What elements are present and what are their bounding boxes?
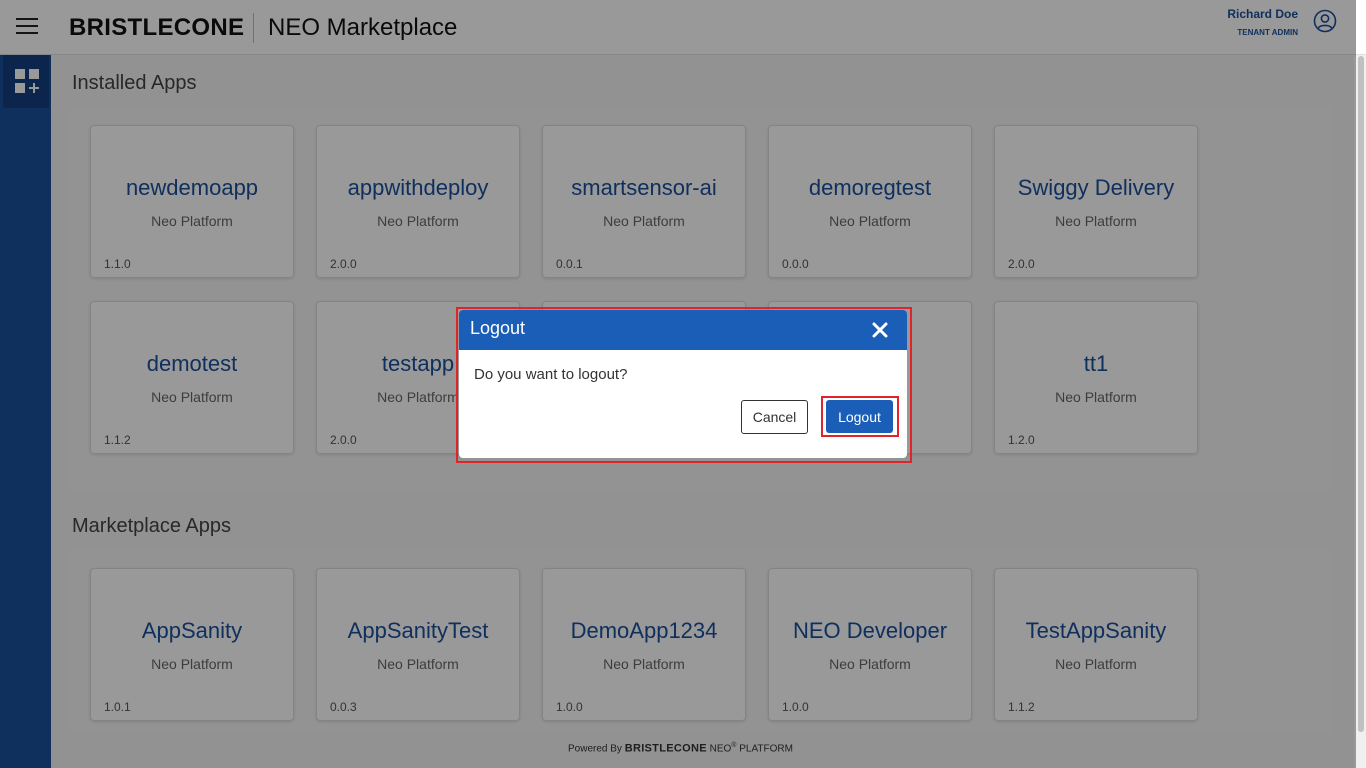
dialog-title: Logout [470, 318, 526, 338]
dialog-message: Do you want to logout? [474, 366, 628, 383]
scrollbar-thumb[interactable] [1358, 56, 1364, 732]
cancel-button[interactable]: Cancel [741, 400, 808, 434]
logout-dialog: Logout Do you want to logout? Cancel Log… [459, 310, 907, 458]
close-icon[interactable] [871, 321, 889, 339]
dialog-header: Logout [459, 310, 907, 350]
logout-button[interactable]: Logout [826, 400, 893, 433]
